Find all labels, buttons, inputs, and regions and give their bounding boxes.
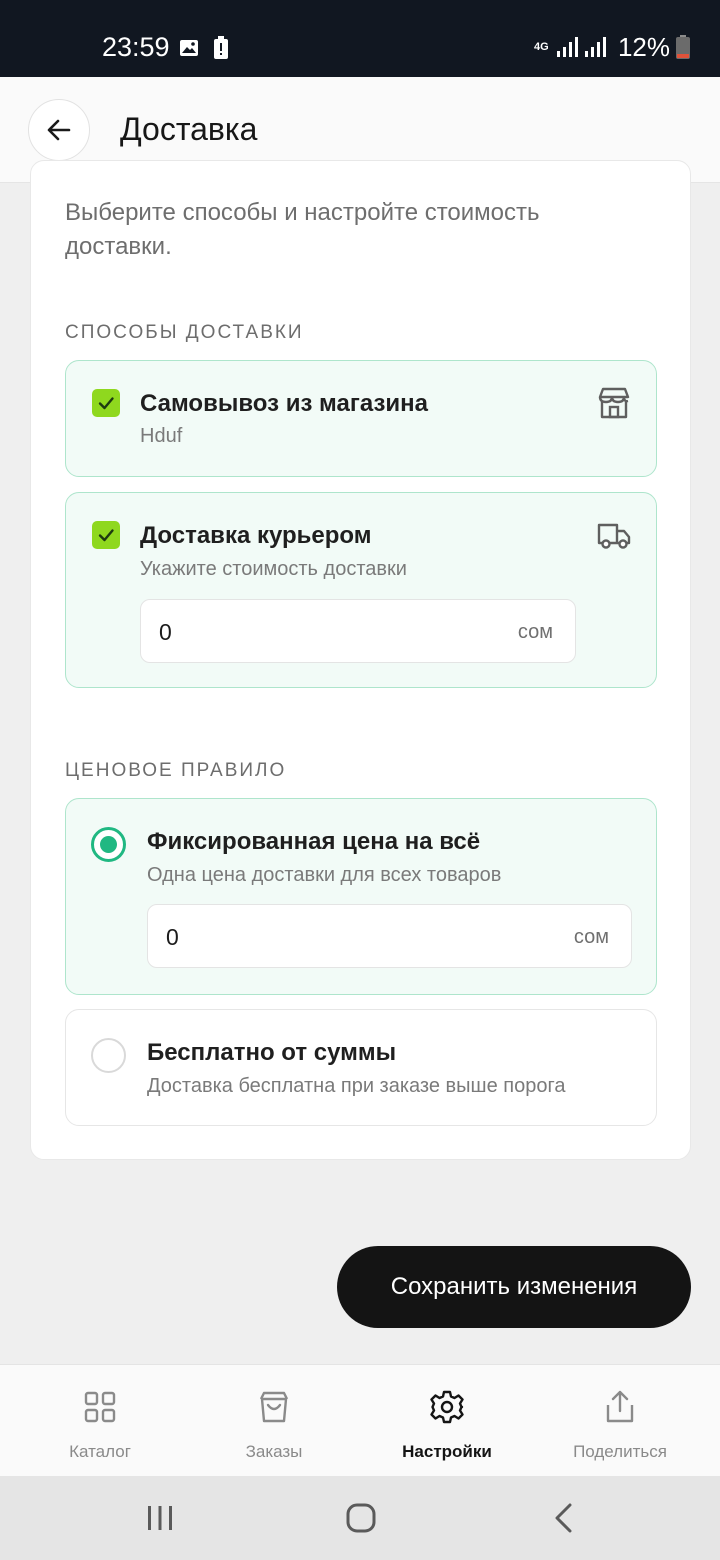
share-icon: [606, 1390, 634, 1423]
signal-icon: [584, 37, 606, 57]
courier-price-value: 0: [159, 619, 172, 645]
nav-item-share[interactable]: Поделиться: [530, 1365, 710, 1477]
system-nav-bar: [0, 1476, 720, 1560]
fixed-price-value: 0: [166, 924, 179, 950]
alert-icon: [214, 36, 228, 59]
delivery-methods-label: СПОСОБЫ ДОСТАВКИ: [65, 322, 304, 343]
nav-item-orders[interactable]: Заказы: [184, 1365, 364, 1477]
nav-item-settings[interactable]: Настройки: [357, 1365, 537, 1477]
home-icon[interactable]: [341, 1498, 381, 1538]
bag-icon: [259, 1391, 289, 1423]
check-icon: [98, 529, 114, 542]
gear-icon: [430, 1390, 464, 1424]
fixed-price-input[interactable]: 0 сом: [147, 904, 632, 968]
pickup-subtitle: Hduf: [140, 425, 183, 447]
nav-label-settings: Настройки: [402, 1442, 492, 1461]
fixed-price-radio[interactable]: [91, 827, 126, 862]
grid-icon: [84, 1391, 116, 1423]
nav-label-catalog: Каталог: [69, 1442, 131, 1461]
status-bar: 23:59 4G 12%: [0, 0, 720, 77]
signal-icon: [556, 37, 578, 57]
truck-icon: [597, 523, 631, 549]
back-nav-icon[interactable]: [544, 1498, 584, 1538]
fixed-price-subtitle: Одна цена доставки для всех товаров: [147, 864, 502, 886]
free-threshold-radio[interactable]: [91, 1038, 126, 1073]
store-icon: [598, 387, 630, 419]
recent-apps-icon[interactable]: [140, 1498, 180, 1538]
battery-icon: [676, 35, 690, 59]
status-time: 23:59: [102, 32, 170, 62]
pricing-rule-label: ЦЕНОВОЕ ПРАВИЛО: [65, 760, 287, 781]
courier-price-input[interactable]: 0 сом: [140, 599, 576, 663]
courier-checkbox[interactable]: [92, 521, 120, 549]
courier-subtitle: Укажите стоимость доставки: [140, 558, 407, 580]
free-threshold-subtitle: Доставка бесплатна при заказе выше порог…: [147, 1075, 566, 1097]
save-button[interactable]: Сохранить изменения: [337, 1246, 691, 1328]
pickup-title: Самовывоз из магазина: [140, 390, 428, 417]
delivery-method-pickup[interactable]: Самовывоз из магазина Hduf: [65, 360, 657, 477]
check-icon: [98, 397, 114, 410]
courier-title: Доставка курьером: [140, 522, 372, 549]
delivery-method-courier[interactable]: Доставка курьером Укажите стоимость дост…: [65, 492, 657, 688]
nav-item-catalog[interactable]: Каталог: [10, 1365, 190, 1477]
delivery-settings-card: Выберите способы и настройте стоимость д…: [30, 160, 691, 1160]
arrow-left-icon: [47, 119, 71, 141]
nav-label-orders: Заказы: [245, 1442, 303, 1461]
page-title: Доставка: [120, 111, 258, 147]
fixed-price-unit: сом: [573, 926, 609, 948]
free-threshold-title: Бесплатно от суммы: [147, 1039, 397, 1066]
pricing-option-free-threshold[interactable]: Бесплатно от суммы Доставка бесплатна пр…: [65, 1009, 657, 1126]
pickup-checkbox[interactable]: [92, 389, 120, 417]
pricing-option-fixed[interactable]: Фиксированная цена на всё Одна цена дост…: [65, 798, 657, 995]
intro-text: Выберите способы и настройте стоимость д…: [65, 199, 540, 260]
nav-label-share: Поделиться: [573, 1442, 667, 1461]
status-right: 4G 12%: [534, 31, 690, 63]
bottom-nav: Каталог Заказы Настройки Поделиться: [0, 1364, 720, 1476]
image-icon: [180, 40, 198, 56]
courier-price-unit: сом: [517, 621, 553, 643]
network-type: 4G: [533, 41, 549, 53]
battery-percent: 12%: [617, 32, 670, 62]
back-button[interactable]: [28, 99, 90, 161]
fixed-price-title: Фиксированная цена на всё: [147, 828, 481, 855]
